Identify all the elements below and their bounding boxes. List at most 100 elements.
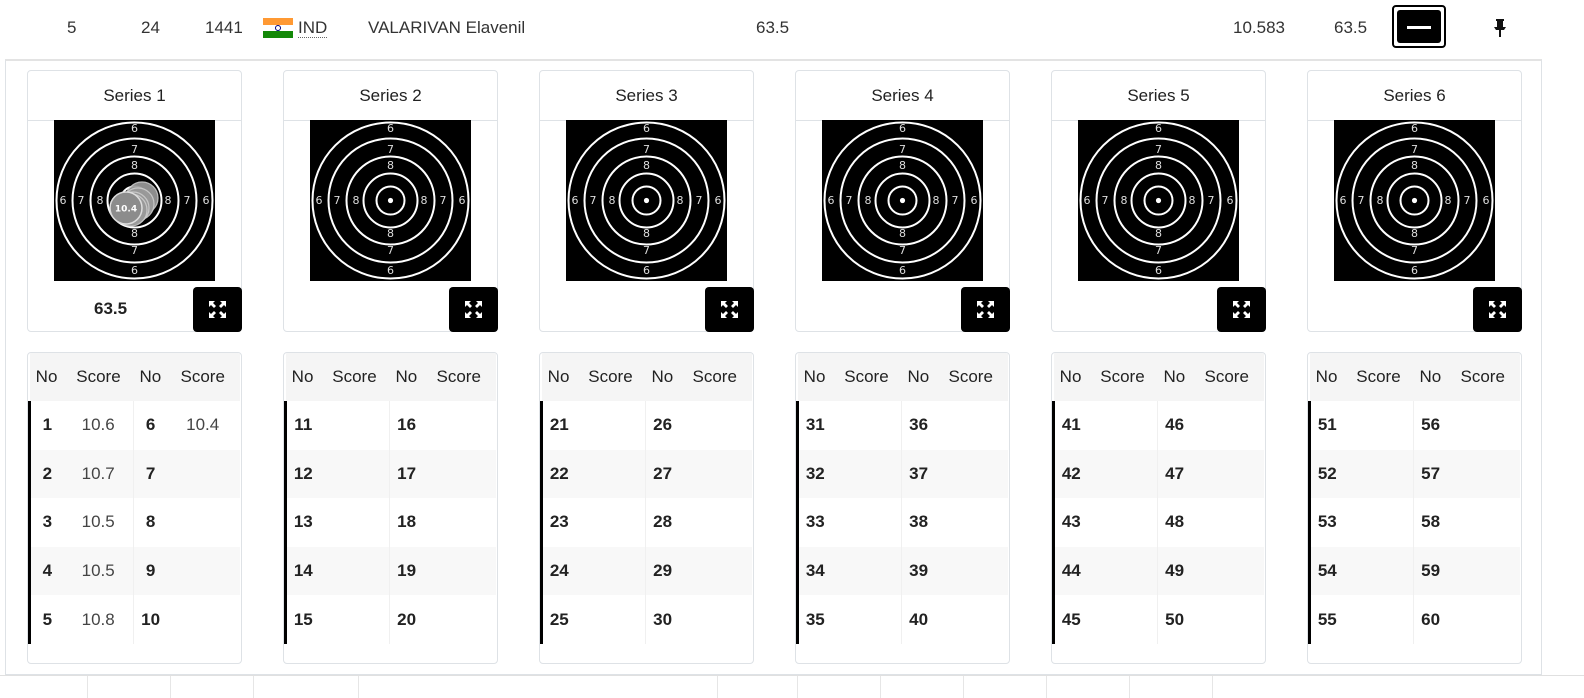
table-row: 45 50 [1052, 595, 1264, 644]
header-score: Score [167, 353, 240, 401]
shot-score [1447, 449, 1520, 499]
svg-text:6: 6 [1411, 264, 1418, 277]
expand-arrows-icon [1489, 301, 1506, 318]
svg-text:8: 8 [1445, 194, 1452, 207]
svg-text:8: 8 [899, 159, 906, 172]
svg-text:7: 7 [590, 194, 597, 207]
svg-text:7: 7 [131, 244, 138, 257]
shot-number: 50 [1156, 595, 1192, 644]
collapse-button[interactable] [1392, 5, 1446, 48]
series-total: 63.5 [94, 299, 128, 318]
svg-text:6: 6 [387, 264, 394, 277]
series-card: Series 3678876678876 [539, 70, 754, 332]
svg-text:8: 8 [1189, 194, 1196, 207]
svg-text:8: 8 [865, 194, 872, 207]
svg-text:6: 6 [316, 194, 323, 207]
expand-target-button[interactable] [705, 287, 754, 332]
table-row: 53 58 [1308, 498, 1520, 547]
noc-code[interactable]: IND [298, 18, 328, 38]
expand-target-button[interactable] [1473, 287, 1522, 332]
table-row: 5 10.8 10 [28, 595, 240, 644]
svg-text:7: 7 [334, 194, 341, 207]
header-no: No [1309, 353, 1344, 401]
table-row: 21 26 [540, 401, 752, 450]
shot-score [575, 449, 646, 499]
table-row: 31 36 [796, 401, 1008, 450]
shot-number: 46 [1156, 401, 1192, 450]
svg-text:6: 6 [387, 122, 394, 135]
header-score: Score [1447, 353, 1520, 401]
pin-icon[interactable] [1492, 16, 1508, 40]
target-icon: 6788766 7 8 8 7 6 [1334, 120, 1495, 281]
svg-text:7: 7 [899, 244, 906, 257]
shot-score [423, 498, 495, 547]
svg-text:6: 6 [1155, 122, 1162, 135]
svg-text:6: 6 [131, 264, 138, 277]
shot-score [1191, 498, 1263, 547]
shot-number: 24 [540, 546, 576, 596]
shot-score [1191, 401, 1263, 450]
expand-arrows-icon [1233, 301, 1250, 318]
shot-number: 59 [1412, 546, 1448, 596]
expand-target-button[interactable] [449, 287, 498, 332]
header-score: Score [1343, 353, 1414, 401]
shot-score [1344, 401, 1414, 450]
expand-target-button[interactable] [961, 287, 1010, 332]
series-card: Series 5678876678876 [1051, 70, 1266, 332]
header-score: Score [575, 353, 646, 401]
shot-score [1343, 546, 1414, 596]
svg-text:7: 7 [1155, 143, 1162, 156]
shot-number: 60 [1412, 595, 1448, 644]
svg-text:7: 7 [131, 143, 138, 156]
expand-target-button[interactable] [1217, 287, 1266, 332]
shot-number: 44 [1052, 546, 1088, 596]
shot-score [679, 595, 751, 644]
table-row: 22 27 [540, 449, 752, 499]
svg-text:8: 8 [1155, 227, 1162, 240]
svg-text:6: 6 [203, 194, 210, 207]
shot-score [679, 401, 751, 450]
header-no: No [901, 353, 936, 401]
shot-score [320, 595, 390, 644]
shot-score [679, 449, 752, 499]
shot-score [1088, 595, 1158, 644]
svg-text:8: 8 [1411, 227, 1418, 240]
expand-target-button[interactable] [193, 287, 242, 332]
shot-score: 10.5 [63, 546, 134, 596]
svg-text:7: 7 [952, 194, 959, 207]
shot-number: 13 [284, 498, 320, 547]
athlete-row[interactable]: 5 24 1441 IND VALARIVAN Elavenil 63.5 10… [0, 0, 1584, 56]
header-no: No [1157, 353, 1192, 401]
shots-table: No Score No Score 51 56 52 57 53 58 54 59 55 60 [1307, 352, 1522, 664]
header-no: No [1053, 353, 1088, 401]
table-row: 51 56 [1308, 401, 1520, 450]
svg-text:7: 7 [1102, 194, 1109, 207]
shot-score [319, 449, 390, 499]
header-no: No [133, 353, 168, 401]
svg-text:8: 8 [165, 194, 172, 207]
shot-score [576, 595, 646, 644]
shots-table: No Score No Score 1 10.6 6 10.4 2 10.7 7 3 10.5 8 4 10.… [27, 352, 242, 664]
right-gutter [1542, 59, 1584, 675]
shot-number: 17 [388, 449, 424, 499]
total-score: 63.5 [756, 18, 790, 37]
svg-text:7: 7 [387, 244, 394, 257]
shot-number: 21 [540, 401, 576, 450]
table-row: 33 38 [796, 498, 1008, 547]
header-no: No [1413, 353, 1448, 401]
svg-text:8: 8 [933, 194, 940, 207]
shot-number: 45 [1052, 595, 1088, 644]
table-row: 42 47 [1052, 449, 1264, 499]
shot-number: 32 [796, 449, 832, 499]
svg-text:7: 7 [78, 194, 85, 207]
shot-number: 9 [132, 546, 168, 596]
header-score: Score [63, 353, 134, 401]
header-score: Score [679, 353, 752, 401]
svg-text:6: 6 [715, 194, 722, 207]
next-row-edge [0, 675, 1584, 698]
svg-text:7: 7 [696, 194, 703, 207]
shot-score [1447, 595, 1519, 644]
shot-number: 19 [388, 546, 424, 596]
svg-text:6: 6 [1155, 264, 1162, 277]
svg-text:6: 6 [899, 122, 906, 135]
